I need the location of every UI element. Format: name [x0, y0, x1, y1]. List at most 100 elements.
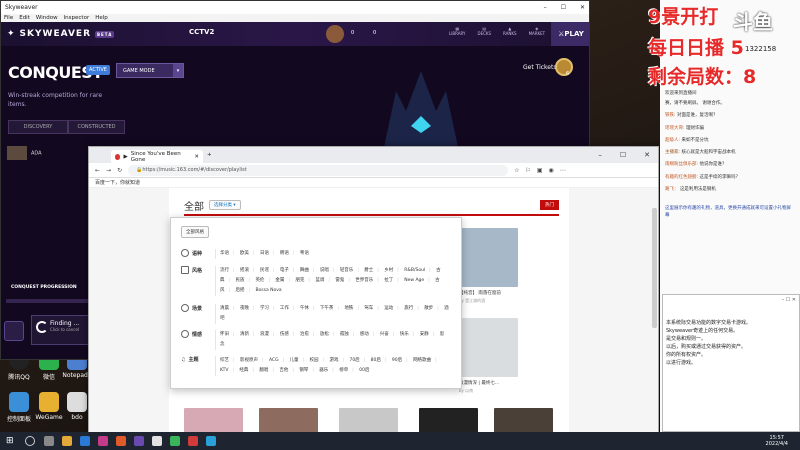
- player-entry[interactable]: ADA: [7, 146, 42, 160]
- tag[interactable]: 浪漫: [260, 332, 269, 337]
- tag[interactable]: 流行: [220, 268, 229, 273]
- tag[interactable]: 00后: [359, 368, 369, 373]
- tag[interactable]: 韩语: [280, 251, 289, 256]
- tag[interactable]: 雷鬼: [335, 278, 344, 283]
- bookmark-baidu[interactable]: 百度一下，你就知道: [95, 179, 140, 186]
- new-tab-icon[interactable]: +: [207, 152, 212, 158]
- game-mode-dropdown[interactable]: GAME MODE ▾: [116, 63, 184, 78]
- close-icon[interactable]: ✕: [580, 4, 585, 11]
- tag[interactable]: 华语: [220, 251, 229, 256]
- ticket-icon[interactable]: [555, 58, 573, 76]
- tag[interactable]: 孤独: [340, 332, 349, 337]
- collections-icon[interactable]: ▣: [537, 167, 543, 174]
- tag[interactable]: 说唱: [320, 268, 329, 273]
- app-icon[interactable]: [151, 436, 162, 446]
- menu-help[interactable]: Help: [95, 15, 108, 21]
- tag[interactable]: 蓝调: [315, 278, 324, 283]
- select-category-button[interactable]: 选择分类 ▾: [209, 200, 241, 210]
- player-avatar[interactable]: [326, 25, 344, 43]
- browser-maximize-icon[interactable]: ☐: [620, 151, 626, 159]
- tag[interactable]: 伤感: [280, 332, 289, 337]
- tag[interactable]: 快乐: [400, 332, 409, 337]
- system-clock[interactable]: 15:57 2022/4/4: [766, 435, 800, 447]
- hot-button[interactable]: 热门: [540, 200, 559, 210]
- tag[interactable]: 粤语: [300, 251, 309, 256]
- tag[interactable]: 舞曲: [300, 268, 309, 273]
- tag[interactable]: 下午茶: [320, 306, 334, 311]
- favorites-icon[interactable]: ⚐: [525, 167, 530, 174]
- tag[interactable]: 经典: [239, 368, 248, 373]
- file-explorer-icon[interactable]: [61, 436, 72, 446]
- tag[interactable]: 器乐: [319, 368, 328, 373]
- profile-icon[interactable]: ◉: [549, 167, 554, 174]
- tag[interactable]: 英伦: [255, 278, 264, 283]
- refresh-icon[interactable]: ↻: [117, 167, 122, 174]
- tag[interactable]: 爵士: [364, 268, 373, 273]
- tab-discovery[interactable]: DISCOVERY: [8, 120, 68, 134]
- windows-start-icon[interactable]: ⊞: [6, 436, 14, 446]
- tag[interactable]: Bossa Nova: [255, 288, 281, 293]
- all-styles-button[interactable]: 全部风格: [181, 226, 209, 238]
- tag[interactable]: 影视原声: [240, 358, 258, 363]
- tag[interactable]: 综艺: [220, 358, 229, 363]
- minimize-icon[interactable]: –: [544, 4, 547, 11]
- tag[interactable]: 民谣: [260, 268, 269, 273]
- playlist-author[interactable]: by 是江湖的酒: [459, 298, 521, 304]
- tag[interactable]: 兴奋: [380, 332, 389, 337]
- tag[interactable]: 午休: [300, 306, 309, 311]
- maximize-icon[interactable]: ☐: [561, 4, 566, 11]
- tag[interactable]: 轻音乐: [340, 268, 354, 273]
- playlist-title[interactable]: 浪漫情深 | 最终七...: [459, 381, 521, 387]
- tag[interactable]: 民族: [235, 278, 244, 283]
- extensions-icon[interactable]: ☆: [514, 167, 519, 174]
- nav-decks[interactable]: ▤ DECKS: [477, 26, 491, 36]
- app-icon[interactable]: [187, 436, 198, 446]
- more-icon[interactable]: ⋯: [560, 167, 566, 174]
- tab-close-icon[interactable]: ✕: [194, 154, 199, 160]
- playlist-author[interactable]: by 以南: [459, 388, 521, 394]
- tag[interactable]: 夜晚: [240, 306, 249, 311]
- tag[interactable]: 拉丁: [384, 278, 393, 283]
- tag[interactable]: 学习: [260, 306, 269, 311]
- browser-close-icon[interactable]: ✕: [644, 151, 650, 159]
- tag[interactable]: 放松: [320, 332, 329, 337]
- tag[interactable]: 后摇: [235, 288, 244, 293]
- nav-library[interactable]: ▦ LIBRARY: [449, 26, 465, 36]
- tag[interactable]: 钢琴: [299, 368, 308, 373]
- control-panel-icon[interactable]: 控制面板: [4, 392, 34, 423]
- browser-minimize-icon[interactable]: –: [598, 151, 602, 159]
- search-icon[interactable]: [24, 436, 35, 446]
- tag[interactable]: 世界音乐: [355, 278, 373, 283]
- nav-ranks[interactable]: ▲ RANKS: [503, 26, 517, 36]
- tag[interactable]: 欧美: [240, 251, 249, 256]
- tag[interactable]: 乡村: [384, 268, 393, 273]
- menu-edit[interactable]: Edit: [19, 15, 30, 21]
- tag[interactable]: KTV: [220, 368, 228, 373]
- menu-window[interactable]: Window: [36, 15, 58, 21]
- tag[interactable]: 榜单: [339, 368, 348, 373]
- deck-button[interactable]: [4, 321, 24, 341]
- app-icon[interactable]: [169, 436, 180, 446]
- nav-market[interactable]: ◈ MARKET: [529, 26, 546, 36]
- tag[interactable]: R&B/Soul: [404, 268, 425, 273]
- skyweaver-taskbar-icon[interactable]: [133, 436, 144, 446]
- tag[interactable]: New Age: [404, 278, 424, 283]
- tag[interactable]: 日语: [260, 251, 269, 256]
- tag[interactable]: 安静: [420, 332, 429, 337]
- playlist-cover[interactable]: [459, 318, 518, 377]
- menu-file[interactable]: File: [4, 15, 13, 21]
- tag[interactable]: 游戏: [329, 358, 338, 363]
- tag[interactable]: 运动: [384, 306, 393, 311]
- tag[interactable]: 70后: [349, 358, 359, 363]
- tag[interactable]: 怀旧: [220, 332, 229, 337]
- tag[interactable]: 儿童: [290, 358, 299, 363]
- tag[interactable]: 校园: [310, 358, 319, 363]
- tag[interactable]: 90后: [392, 358, 402, 363]
- get-tickets-link[interactable]: Get Tickets: [523, 64, 556, 71]
- tag[interactable]: 驾车: [364, 306, 373, 311]
- wegame-icon[interactable]: WeGame: [34, 392, 64, 421]
- tag[interactable]: 摇滚: [240, 268, 249, 273]
- forward-icon[interactable]: →: [106, 167, 111, 174]
- tag[interactable]: 吉他: [279, 368, 288, 373]
- task-view-icon[interactable]: [43, 436, 54, 446]
